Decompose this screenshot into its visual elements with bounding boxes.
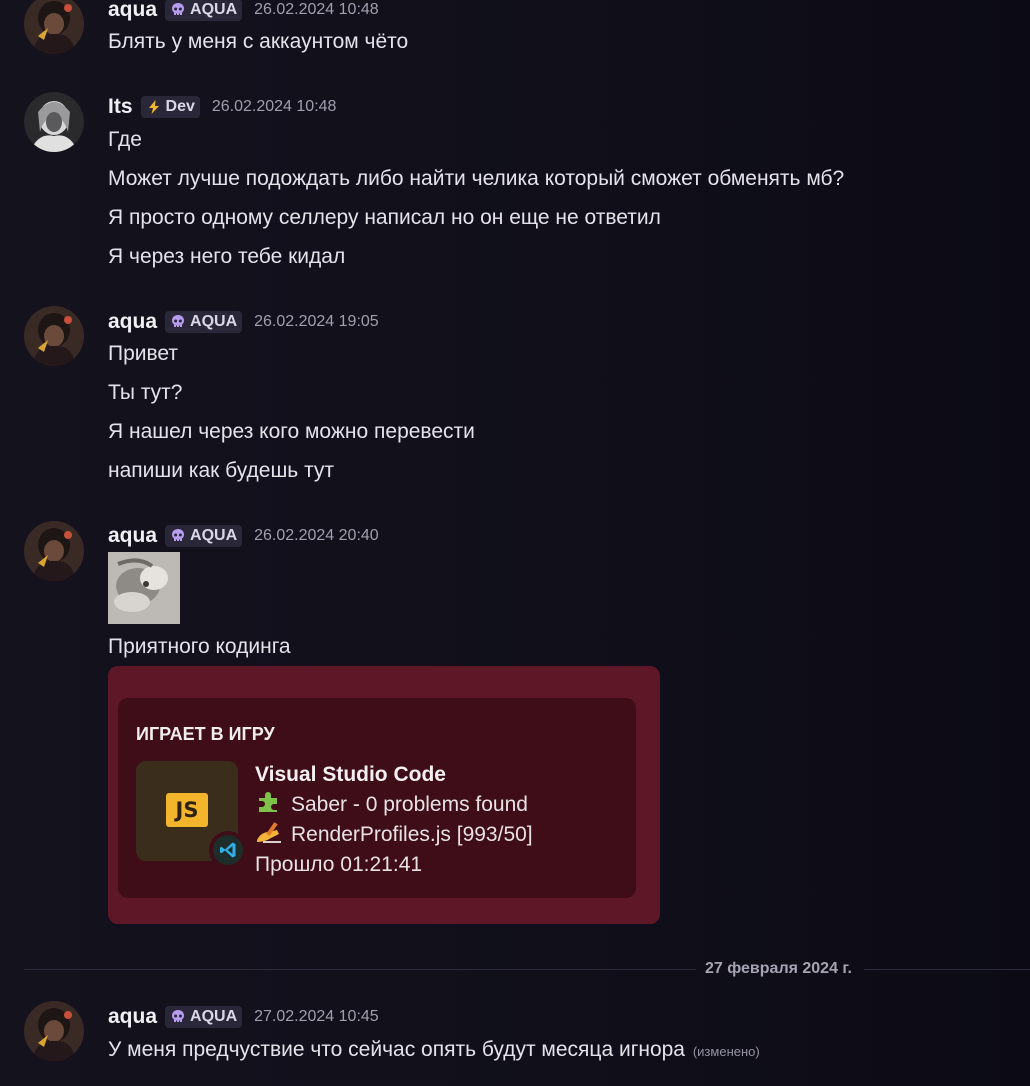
role-tag[interactable]: AQUA bbox=[165, 311, 243, 333]
activity-detail-text: RenderProfiles.js [993/50] bbox=[291, 823, 533, 846]
vscode-logo-icon bbox=[209, 831, 247, 869]
role-tag-label: AQUA bbox=[190, 527, 238, 544]
role-tag-label: AQUA bbox=[190, 1008, 238, 1025]
role-tag[interactable]: AQUA bbox=[165, 1006, 243, 1028]
role-tag-label: AQUA bbox=[190, 313, 238, 330]
message-text: Может лучше подождать либо найти челика … bbox=[108, 167, 845, 190]
activity-elapsed: Прошло 01:21:41 bbox=[255, 853, 423, 876]
skull-icon bbox=[169, 1, 187, 19]
message-text: Я нашел через кого можно перевести bbox=[108, 420, 475, 443]
image-attachment[interactable] bbox=[108, 552, 180, 624]
date-divider-line bbox=[864, 969, 1030, 970]
avatar[interactable] bbox=[24, 521, 84, 581]
date-divider-label: 27 февраля 2024 г. bbox=[705, 960, 852, 977]
timestamp: 26.02.2024 20:40 bbox=[254, 527, 379, 544]
timestamp: 26.02.2024 10:48 bbox=[254, 1, 379, 18]
writing-hand-icon bbox=[255, 820, 283, 844]
activity-detail: Saber - 0 problems found bbox=[255, 790, 528, 820]
role-tag[interactable]: AQUA bbox=[165, 525, 243, 547]
activity-card[interactable]: ИГРАЕТ В ИГРУ JS Visual Studio Code Sabe… bbox=[108, 666, 660, 924]
lightning-icon bbox=[145, 98, 163, 116]
message-text: Приятного кодинга bbox=[108, 635, 291, 658]
avatar[interactable] bbox=[24, 0, 84, 54]
message-text: Я через него тебе кидал bbox=[108, 245, 346, 268]
activity-card-body: ИГРАЕТ В ИГРУ JS Visual Studio Code Sabe… bbox=[118, 698, 636, 898]
message-text: У меня предчуствие что сейчас опять буду… bbox=[108, 1037, 760, 1065]
message-text: Ты тут? bbox=[108, 381, 183, 404]
puzzle-piece-icon bbox=[255, 790, 283, 814]
timestamp: 26.02.2024 19:05 bbox=[254, 313, 379, 330]
username[interactable]: aqua bbox=[108, 310, 157, 334]
activity-detail-text: Saber - 0 problems found bbox=[291, 793, 528, 816]
skull-icon bbox=[169, 527, 187, 545]
activity-app-name: Visual Studio Code bbox=[255, 763, 446, 786]
username[interactable]: Its bbox=[108, 95, 133, 119]
js-file-icon: JS bbox=[166, 793, 208, 827]
message-text: напиши как будешь тут bbox=[108, 459, 335, 482]
message-text: Привет bbox=[108, 342, 179, 365]
username[interactable]: aqua bbox=[108, 1005, 157, 1029]
message-text-content: У меня предчуствие что сейчас опять буду… bbox=[108, 1038, 685, 1061]
skull-icon bbox=[169, 313, 187, 331]
avatar[interactable] bbox=[24, 306, 84, 366]
role-tag-label: AQUA bbox=[190, 1, 238, 18]
message-text: Я просто одному селлеру написал но он ещ… bbox=[108, 206, 661, 229]
avatar[interactable] bbox=[24, 1001, 84, 1061]
skull-icon bbox=[169, 1008, 187, 1026]
message-text: Блять у меня с аккаунтом чёто bbox=[108, 30, 409, 53]
timestamp: 26.02.2024 10:48 bbox=[211, 98, 337, 115]
username[interactable]: aqua bbox=[108, 524, 157, 548]
timestamp: 27.02.2024 10:45 bbox=[254, 1008, 379, 1025]
activity-heading: ИГРАЕТ В ИГРУ bbox=[136, 724, 275, 744]
role-tag[interactable]: Dev bbox=[140, 96, 200, 118]
role-tag[interactable]: AQUA bbox=[165, 0, 243, 21]
avatar[interactable] bbox=[24, 92, 84, 152]
edited-indicator: (изменено) bbox=[692, 1044, 760, 1059]
username[interactable]: aqua bbox=[108, 0, 157, 22]
activity-detail: RenderProfiles.js [993/50] bbox=[255, 820, 533, 850]
date-divider-line bbox=[24, 969, 696, 970]
message-text: Где bbox=[108, 128, 142, 151]
role-tag-label: Dev bbox=[165, 98, 195, 115]
